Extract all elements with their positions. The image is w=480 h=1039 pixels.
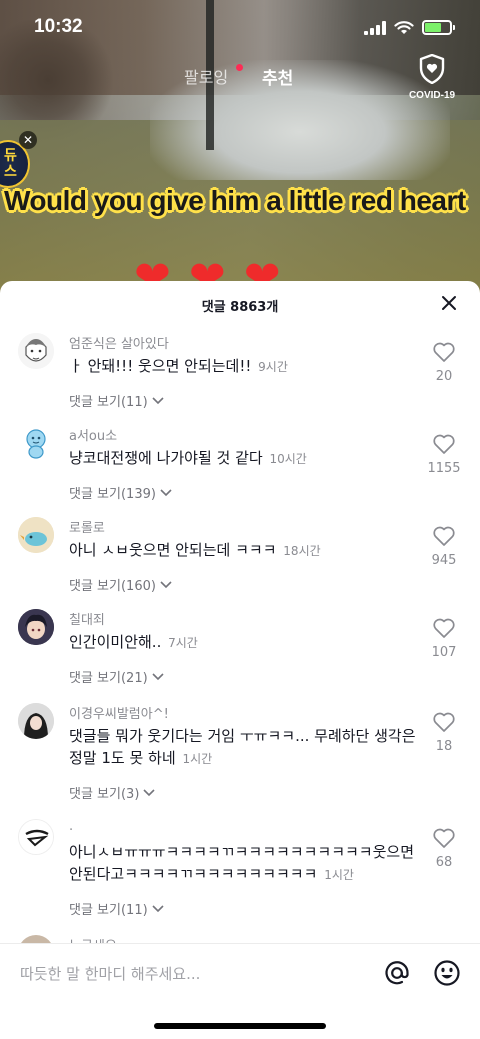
comment-body: 냥코대전쟁에 나가야될 것 같다 (69, 449, 263, 467)
comment-input[interactable]: 따듯한 말 한마디 해주세요... (20, 963, 200, 984)
comment-text: 인간이미안해.. 7시간 (69, 631, 421, 654)
video-caption: Would you give him a little red heart (4, 185, 466, 216)
chevron-down-icon (160, 580, 172, 588)
sketch-face-avatar-icon (18, 333, 54, 369)
comments-count-title: 댓글 8863개 (201, 300, 279, 315)
like-button[interactable]: 1155 (424, 433, 464, 476)
bird-avatar-icon (18, 517, 54, 553)
tab-following[interactable]: 팔로잉 (184, 64, 228, 88)
comment-body: 인간이미안해.. (69, 633, 162, 651)
comment-time: 1시간 (324, 868, 354, 882)
comment-body: 댓글들 뭐가 웃기다는 거임 ㅜㅠㅋㅋ... 무례하단 생각은 정말 1도 못 … (69, 727, 416, 767)
comment-text: ㅏ 안돼!!! 웃으면 안되는데!! 9시간 (69, 355, 421, 378)
view-replies-button[interactable]: 댓글 보기(11) (69, 391, 164, 410)
heart-outline-icon (433, 342, 455, 362)
comment-body: ㅏ 안돼!!! 웃으면 안되는데!! (69, 357, 252, 375)
view-replies-label: 댓글 보기(21) (69, 671, 148, 686)
comment-username[interactable]: . (69, 819, 73, 834)
heart-outline-icon (433, 712, 455, 732)
comment-body: 아니ㅅㅂㅠㅠㅠㅋㅋㅋㅋㄲㅋㅋㅋㅋㅋㅋㅋㅋㅋㅋ웃으면 안된다고ㅋㅋㅋㅋㄲㅋㅋㅋㅋㅋ… (69, 843, 415, 883)
heart-outline-icon (433, 434, 455, 454)
close-icon[interactable] (438, 292, 460, 314)
view-replies-button[interactable]: 댓글 보기(11) (69, 899, 164, 918)
live-indicator-dot (236, 64, 243, 71)
comments-sheet: 댓글 8863개 엄준식은 살아있다 ㅏ 안돼!!! 웃으면 안되는데!! 9시… (0, 281, 480, 1039)
status-bar: 10:32 (0, 0, 480, 58)
comment-text: 댓글들 뭐가 웃기다는 거임 ㅜㅠㅋㅋ... 무례하단 생각은 정말 1도 못 … (69, 725, 421, 770)
covid-info-button[interactable]: COVID-19 (402, 53, 462, 101)
status-time: 10:32 (34, 16, 83, 37)
comment-username[interactable]: 로롤로 (69, 517, 105, 536)
view-replies-button[interactable]: 댓글 보기(21) (69, 667, 164, 686)
comment-body: 아니 ㅅㅂ웃으면 안되는데 ㅋㅋㅋ (69, 541, 277, 559)
home-indicator[interactable] (154, 1023, 326, 1029)
comment-text: 아니 ㅅㅂ웃으면 안되는데 ㅋㅋㅋ 18시간 (69, 539, 421, 562)
comment-input-bar: 따듯한 말 한마디 해주세요... (0, 943, 480, 1003)
comment-text: 냥코대전쟁에 나가야될 것 같다 10시간 (69, 447, 421, 470)
avatar[interactable] (18, 703, 54, 739)
heart-outline-icon (433, 618, 455, 638)
comments-header: 댓글 8863개 (0, 281, 480, 327)
tab-for-you[interactable]: 추천 (262, 64, 293, 89)
comment-time: 9시간 (258, 360, 288, 374)
comment-time: 10시간 (269, 452, 307, 466)
chevron-down-icon (152, 904, 164, 912)
comment-username[interactable]: 이경우씨발럼아^! (69, 703, 169, 722)
battery-charging-icon (422, 20, 455, 35)
person-photo-avatar-icon (18, 703, 54, 739)
avatar[interactable] (18, 609, 54, 645)
comment-text: 아니ㅅㅂㅠㅠㅠㅋㅋㅋㅋㄲㅋㅋㅋㅋㅋㅋㅋㅋㅋㅋ웃으면 안된다고ㅋㅋㅋㅋㄲㅋㅋㅋㅋㅋ… (69, 841, 421, 886)
avatar[interactable] (18, 425, 54, 461)
like-button[interactable]: 68 (424, 827, 464, 870)
signal-icon (364, 20, 386, 35)
comment-time: 7시간 (168, 636, 198, 650)
sticker-text: 듀스 (4, 148, 17, 180)
anime-character-avatar-icon (18, 609, 54, 645)
like-count: 18 (435, 739, 453, 754)
view-replies-button[interactable]: 댓글 보기(160) (69, 575, 172, 594)
view-replies-label: 댓글 보기(160) (69, 579, 156, 594)
avatar[interactable] (18, 333, 54, 369)
logo-avatar-icon (19, 820, 53, 854)
like-count: 68 (435, 855, 453, 870)
avatar[interactable] (18, 517, 54, 553)
view-replies-label: 댓글 보기(11) (69, 395, 148, 410)
covid-label: COVID-19 (408, 90, 456, 101)
comment-username[interactable]: a서ou소 (69, 425, 117, 444)
like-button[interactable]: 945 (424, 525, 464, 568)
like-count: 107 (431, 645, 457, 660)
comment-time: 1시간 (182, 752, 213, 766)
like-count: 945 (431, 553, 457, 568)
heart-outline-icon (433, 526, 455, 546)
mention-icon[interactable] (383, 959, 411, 987)
view-replies-label: 댓글 보기(139) (69, 487, 156, 502)
like-count: 1155 (427, 461, 461, 476)
like-button[interactable]: 20 (424, 341, 464, 384)
view-replies-button[interactable]: 댓글 보기(139) (69, 483, 172, 502)
view-replies-label: 댓글 보기(11) (69, 903, 148, 918)
avatar[interactable] (18, 819, 54, 855)
system-icons (364, 20, 455, 35)
like-button[interactable]: 107 (424, 617, 464, 660)
like-button[interactable]: 18 (424, 711, 464, 754)
chevron-down-icon (152, 396, 164, 404)
heart-outline-icon (433, 828, 455, 848)
chevron-down-icon (143, 788, 155, 796)
comment-username[interactable]: 엄준식은 살아있다 (69, 333, 169, 352)
chevron-down-icon (160, 488, 172, 496)
emoji-icon[interactable] (433, 959, 461, 987)
comment-time: 18시간 (283, 544, 321, 558)
cartoon-character-avatar-icon (18, 425, 54, 461)
wifi-icon (394, 20, 414, 34)
sticker-close-icon[interactable]: ✕ (19, 131, 37, 149)
view-replies-button[interactable]: 댓글 보기(3) (69, 783, 155, 802)
like-count: 20 (435, 369, 453, 384)
comment-username[interactable]: 칠대죄 (69, 609, 105, 628)
view-replies-label: 댓글 보기(3) (69, 787, 140, 802)
shield-heart-icon (419, 53, 445, 85)
chevron-down-icon (152, 672, 164, 680)
